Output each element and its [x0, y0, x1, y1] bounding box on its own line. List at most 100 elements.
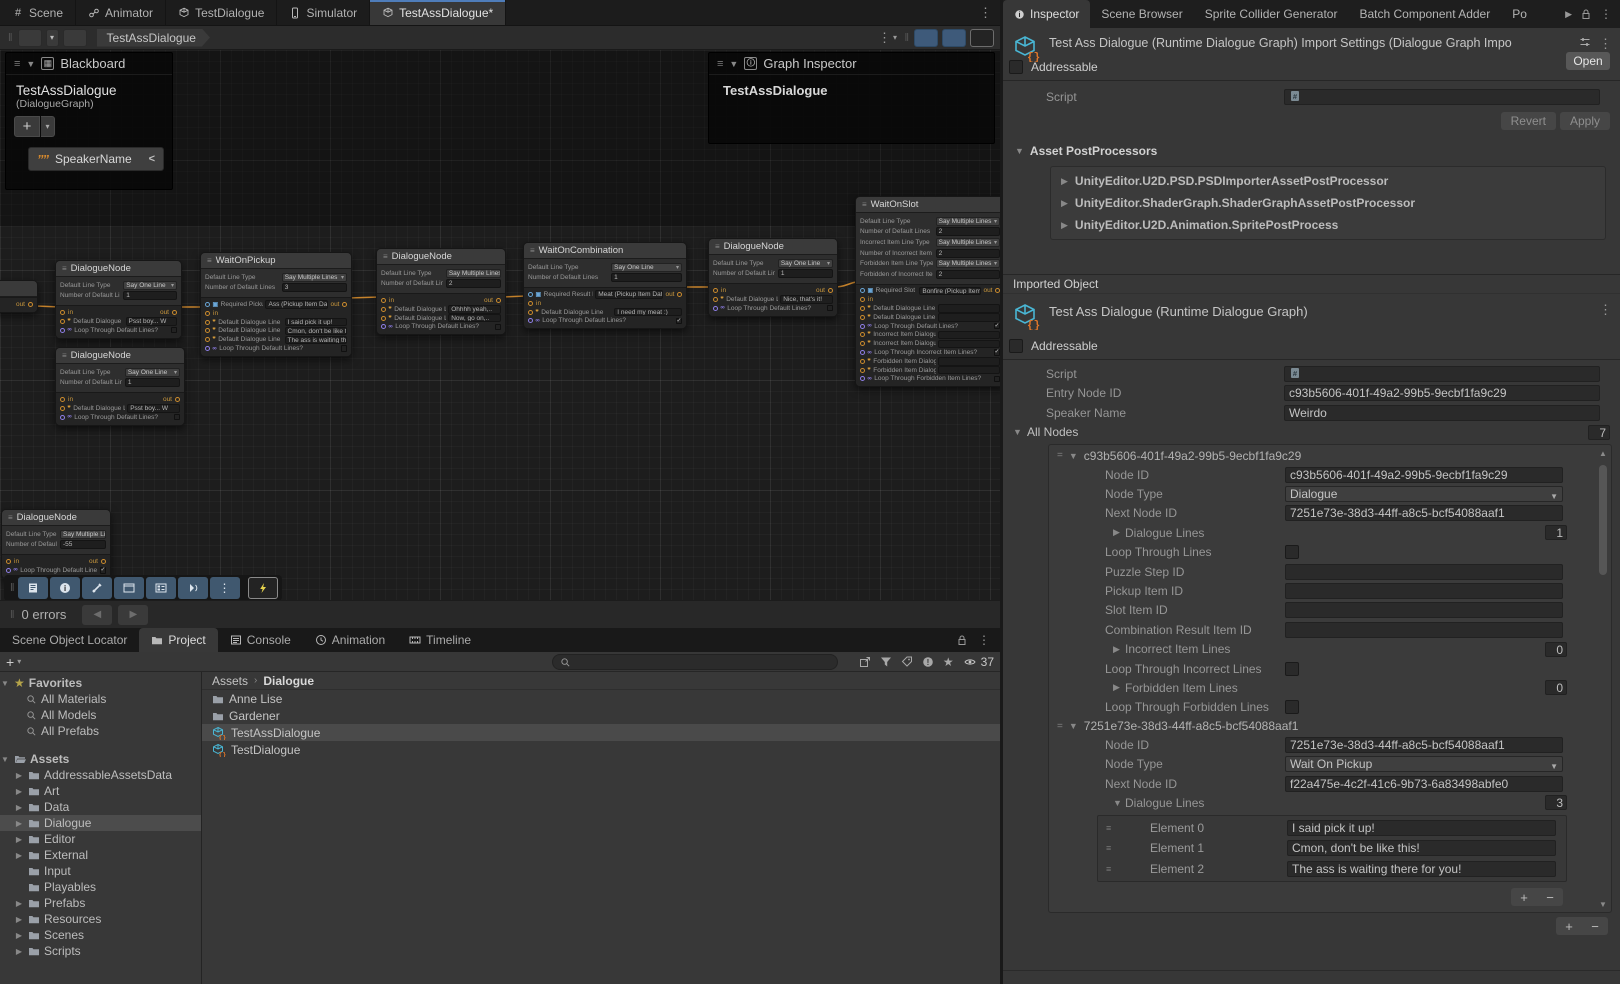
- property-field[interactable]: 2: [936, 249, 1000, 258]
- asset-row-testdialogue[interactable]: {}TestDialogue: [202, 741, 1000, 758]
- filter-by-label-icon[interactable]: [901, 656, 913, 668]
- output-port[interactable]: [172, 310, 177, 315]
- property-field[interactable]: 7251e73e-38d3-44ff-a8c5-bcf54088aaf1: [1285, 737, 1563, 753]
- lock-icon[interactable]: [1580, 8, 1592, 20]
- tree-item-resources[interactable]: ▶Resources: [0, 911, 201, 927]
- foldout-arrow-icon[interactable]: ▼: [1069, 451, 1078, 461]
- node-collapse-icon[interactable]: ≡: [8, 513, 13, 522]
- graph-inspector-drag-handle[interactable]: ≡: [717, 58, 723, 70]
- all-nodes-count[interactable]: 7: [1588, 425, 1610, 440]
- kebab-menu-icon[interactable]: ⋮: [1599, 302, 1612, 318]
- drag-handle-icon[interactable]: ≡: [1106, 864, 1111, 874]
- graph-node-dialoguenode[interactable]: ≡DialogueNodeDefault Line TypeSay Multip…: [1, 509, 111, 579]
- kebab-menu-icon[interactable]: ⋮: [1599, 36, 1612, 52]
- tree-item-all-materials[interactable]: All Materials: [0, 691, 201, 707]
- entry-node-field[interactable]: c93b5606-401f-49a2-99b5-9ecbf1fa9c29: [1284, 385, 1600, 401]
- property-dropdown[interactable]: Say Multiple Lines▾: [936, 259, 1000, 268]
- footer-bolt-button[interactable]: [248, 577, 278, 599]
- asset-row-gardener[interactable]: Gardener: [202, 707, 1000, 724]
- drag-handle-icon[interactable]: ≡: [1106, 843, 1111, 853]
- input-port[interactable]: [60, 310, 65, 315]
- addressable-checkbox[interactable]: [1009, 339, 1023, 353]
- graph-options-dropdown[interactable]: ⋮▾: [874, 29, 898, 47]
- revert-button[interactable]: Revert: [1501, 112, 1556, 130]
- line-port[interactable]: [860, 359, 865, 364]
- drag-handle-icon[interactable]: ≡: [1106, 823, 1111, 833]
- input-port[interactable]: [713, 288, 718, 293]
- input-port[interactable]: [860, 297, 865, 302]
- expand-chevron-icon[interactable]: <: [149, 153, 155, 165]
- graph-node-dialoguenode[interactable]: ≡DialogueNodeDefault Line TypeSay One Li…: [55, 260, 182, 339]
- node-title-bar[interactable]: ≡StartNode: [0, 281, 37, 297]
- toggle-blackboard-button[interactable]: [914, 29, 938, 47]
- line-port[interactable]: [860, 368, 865, 373]
- document-tab-animator[interactable]: Animator: [76, 0, 166, 25]
- tree-item-playables[interactable]: Playables: [0, 879, 201, 895]
- object-field[interactable]: Meat (Pickup Item Data): [595, 290, 663, 298]
- object-port[interactable]: [205, 302, 210, 307]
- property-dropdown[interactable]: Say Multiple Lines▾: [446, 269, 501, 278]
- object-picker-icon[interactable]: ⊙: [1584, 102, 1594, 105]
- footer-transition-button[interactable]: [178, 577, 208, 599]
- graph-node-dialoguenode[interactable]: ≡DialogueNodeDefault Line TypeSay One Li…: [708, 238, 838, 317]
- element-field[interactable]: Cmon, don't be like this!: [1287, 840, 1556, 856]
- line-field[interactable]: [938, 357, 1000, 365]
- node-collapse-icon[interactable]: ≡: [530, 246, 535, 255]
- footer-kebab-button[interactable]: ⋮: [210, 577, 240, 599]
- bool-port[interactable]: [713, 306, 718, 311]
- element-field[interactable]: I said pick it up!: [1287, 820, 1556, 836]
- node-group-header[interactable]: =▼7251e73e-38d3-44ff-a8c5-bcf54088aaf1: [1049, 717, 1611, 735]
- previous-error-button[interactable]: ◀: [82, 605, 112, 625]
- graph-inspector-panel[interactable]: ≡ ▼ 🛈 Graph Inspector TestAssDialogue: [708, 52, 995, 144]
- property-dropdown[interactable]: Say Multiple Lines▾: [936, 238, 1000, 247]
- node-title-bar[interactable]: ≡DialogueNode: [2, 510, 110, 526]
- graph-node-startnode[interactable]: ≡StartNodeSpeakerNameout: [0, 280, 38, 313]
- property-field[interactable]: 7251e73e-38d3-44ff-a8c5-bcf54088aaf1: [1285, 505, 1563, 521]
- foldout-arrow-icon[interactable]: ▶: [1061, 220, 1068, 231]
- scroll-down-icon[interactable]: ▼: [1599, 900, 1607, 908]
- node-checkbox[interactable]: [495, 324, 502, 331]
- tree-item-input[interactable]: Input: [0, 863, 201, 879]
- input-port[interactable]: [60, 397, 65, 402]
- drag-handle-icon[interactable]: =: [1057, 450, 1063, 461]
- bool-port[interactable]: [528, 318, 533, 323]
- graph-node-dialoguenode[interactable]: ≡DialogueNodeDefault Line TypeSay Multip…: [376, 248, 506, 335]
- nodes-list-scrollbar[interactable]: ▲▼: [1597, 445, 1609, 912]
- asset-postprocessors-foldout[interactable]: ▼ Asset PostProcessors: [1003, 136, 1620, 162]
- object-field[interactable]: Bonfire (Pickup Item: [919, 287, 981, 295]
- node-collapse-icon[interactable]: ≡: [207, 256, 212, 265]
- panel-menu-icon[interactable]: ⋮: [1600, 7, 1612, 21]
- line-port[interactable]: [381, 307, 386, 312]
- property-checkbox[interactable]: [1285, 700, 1299, 714]
- property-dropdown[interactable]: Wait On Pickup▼: [1285, 756, 1563, 772]
- line-field[interactable]: Psst boy... W: [127, 404, 180, 412]
- foldout-arrow-icon[interactable]: ▶: [1113, 527, 1120, 538]
- line-field[interactable]: [938, 340, 1000, 348]
- open-external-icon[interactable]: [859, 656, 871, 668]
- node-title-bar[interactable]: ≡WaitOnPickup: [201, 253, 351, 269]
- array-size-field[interactable]: 3: [1545, 795, 1567, 810]
- all-nodes-foldout[interactable]: ▼ All Nodes 7: [1003, 423, 1620, 442]
- input-port[interactable]: [381, 298, 386, 303]
- node-collapse-icon[interactable]: ≡: [715, 242, 720, 251]
- add-property-dropdown[interactable]: ▾: [41, 116, 55, 137]
- bool-port[interactable]: [860, 324, 865, 329]
- addressable-checkbox[interactable]: [1009, 60, 1023, 74]
- footer-blackboard-button[interactable]: [146, 577, 176, 599]
- array-size-field[interactable]: 0: [1545, 642, 1567, 657]
- foldout-arrow-icon[interactable]: ▶: [1061, 198, 1068, 209]
- line-port[interactable]: [205, 337, 210, 342]
- bool-port[interactable]: [60, 415, 65, 420]
- tree-item-all-models[interactable]: All Models: [0, 707, 201, 723]
- document-tab-testassdialogue[interactable]: TestAssDialogue*: [370, 0, 506, 25]
- lock-icon[interactable]: [956, 634, 968, 646]
- line-port[interactable]: [860, 341, 865, 346]
- output-port[interactable]: [28, 302, 33, 307]
- graph-canvas[interactable]: ≡StartNodeSpeakerNameout ≡DialogueNodeDef…: [0, 50, 1000, 600]
- property-field[interactable]: [1285, 583, 1563, 599]
- inspector-tab-sprite-collider-generator[interactable]: Sprite Collider Generator: [1194, 0, 1349, 28]
- postprocessor-row[interactable]: ▶UnityEditor.ShaderGraph.ShaderGraphAsse…: [1051, 192, 1605, 214]
- bool-port[interactable]: [6, 568, 11, 573]
- node-collapse-icon[interactable]: ≡: [862, 200, 867, 209]
- input-port[interactable]: [6, 559, 11, 564]
